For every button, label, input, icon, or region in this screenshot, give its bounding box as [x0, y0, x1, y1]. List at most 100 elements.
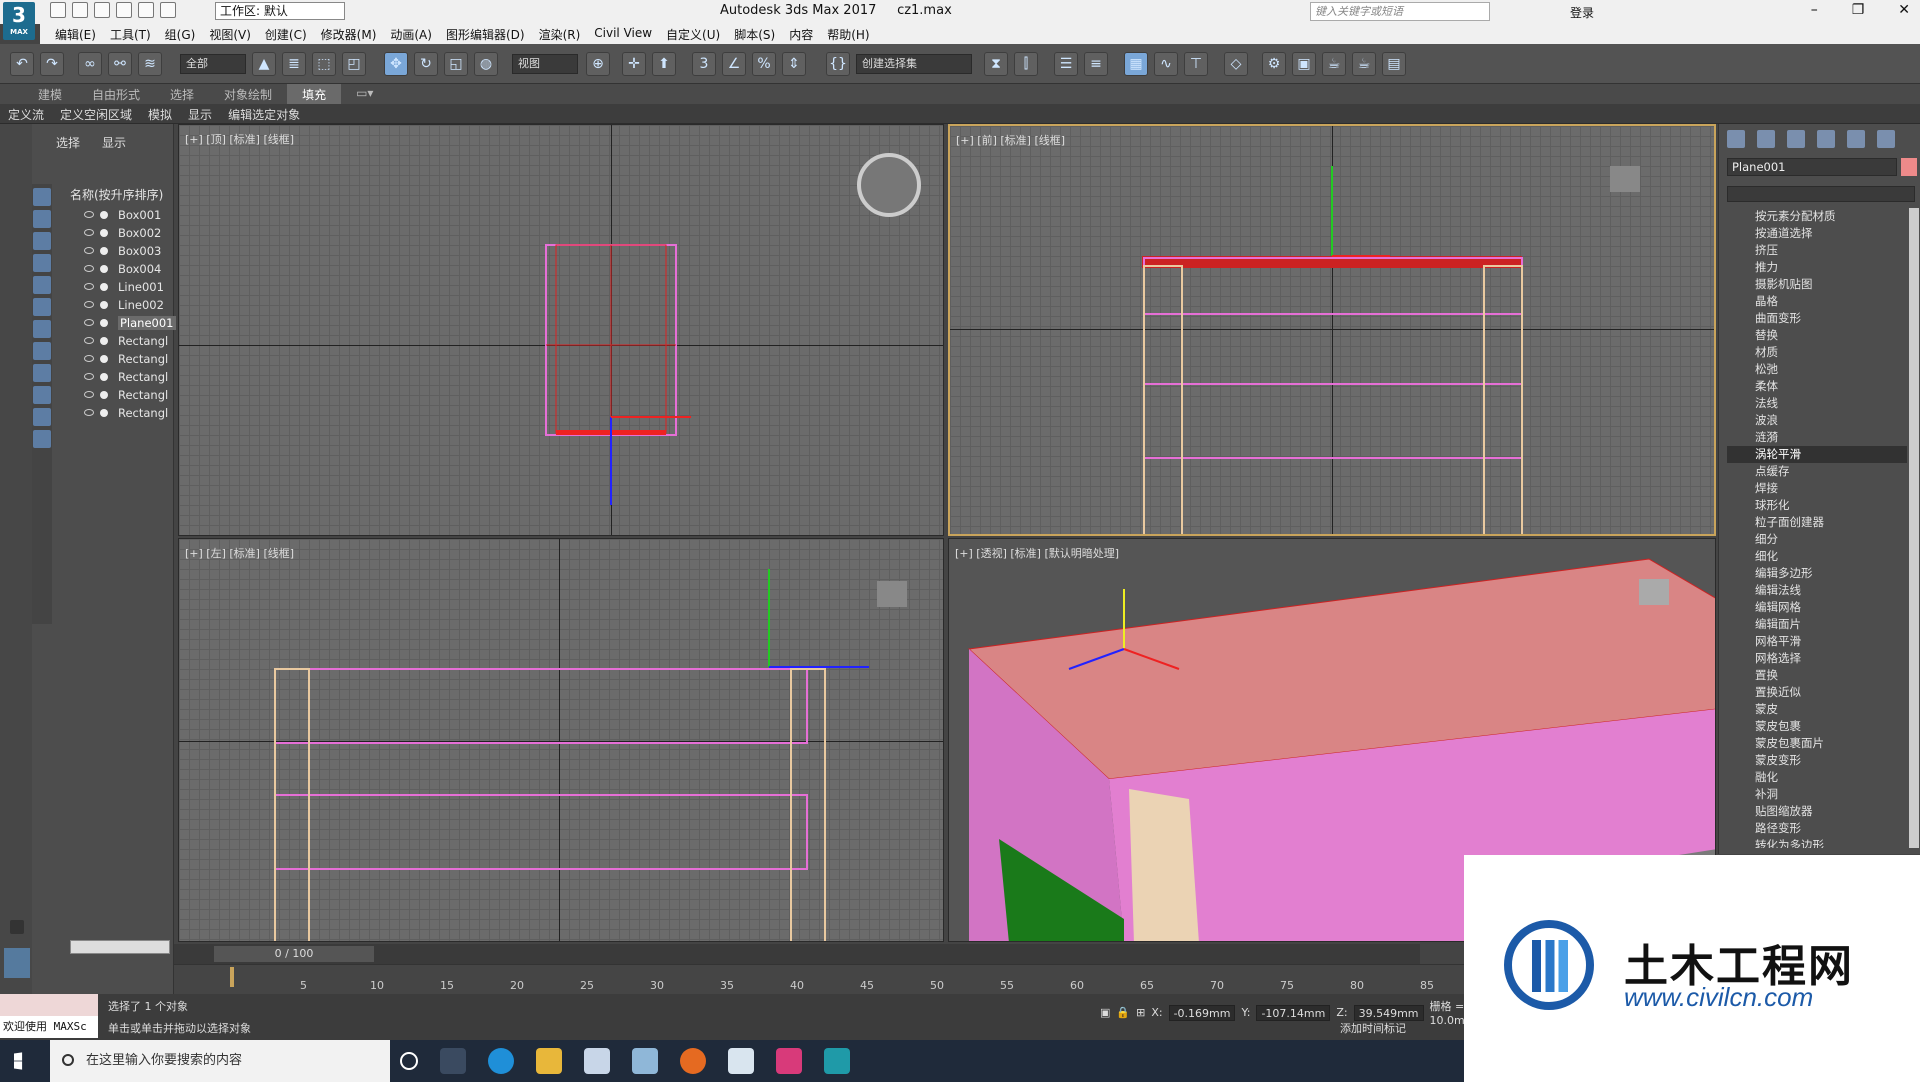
save-file-icon[interactable] [94, 2, 110, 18]
menu-view[interactable]: 视图(V) [202, 24, 258, 44]
list-item[interactable]: 按元素分配材质 [1727, 208, 1907, 225]
workspace-select[interactable]: 工作区: 默认 [215, 2, 345, 20]
menu-create[interactable]: 创建(C) [258, 24, 314, 44]
scene-tab-select[interactable]: 选择 [56, 134, 80, 151]
menu-help[interactable]: 帮助(H) [820, 24, 876, 44]
scale-icon[interactable]: ◱ [444, 52, 468, 76]
tab-freeform[interactable]: 自由形式 [77, 84, 155, 104]
edit-named-selection-icon[interactable]: {} [826, 52, 850, 76]
tab-object-paint[interactable]: 对象绘制 [209, 84, 287, 104]
menu-edit[interactable]: 编辑(E) [48, 24, 103, 44]
list-item[interactable]: 编辑网格 [1727, 599, 1907, 616]
rect-selection-icon[interactable]: ⬚ [312, 52, 336, 76]
toggle-ribbon-icon[interactable]: ▦ [1124, 52, 1148, 76]
windows-start-icon[interactable] [14, 1052, 23, 1070]
filter-cameras-icon[interactable] [33, 254, 51, 272]
list-item[interactable]: 曲面变形 [1727, 310, 1907, 327]
window-crossing-icon[interactable]: ◰ [342, 52, 366, 76]
list-item[interactable]: Line001 [54, 278, 172, 296]
visibility-icon[interactable] [84, 355, 94, 362]
viewcube-icon[interactable] [1639, 579, 1669, 605]
pivot-center-icon[interactable]: ⊕ [586, 52, 610, 76]
login-button[interactable]: 登录 [1570, 4, 1594, 21]
bind-spacewarp-icon[interactable]: ≋ [138, 52, 162, 76]
menu-graph-editors[interactable]: 图形编辑器(D) [439, 24, 532, 44]
list-item[interactable]: 蒙皮包裹面片 [1727, 735, 1907, 752]
select-object-icon[interactable]: ▲ [252, 52, 276, 76]
list-item[interactable]: 点缓存 [1727, 463, 1907, 480]
list-item[interactable]: 挤压 [1727, 242, 1907, 259]
track-bar[interactable]: 5 10 15 20 25 30 35 40 45 50 55 60 65 70… [174, 964, 1474, 994]
scene-column-header[interactable]: 名称(按升序排序) [70, 186, 163, 203]
expand-icon[interactable] [10, 920, 24, 934]
ribbon-options-icon[interactable]: ▭▾ [341, 84, 388, 104]
hierarchy-tab-icon[interactable] [1787, 130, 1805, 148]
list-item[interactable]: 路径变形 [1727, 820, 1907, 837]
list-item[interactable]: 贴图缩放器 [1727, 803, 1907, 820]
list-item[interactable]: Box004 [54, 260, 172, 278]
render-iterative-icon[interactable]: ☕ [1352, 52, 1376, 76]
visibility-icon[interactable] [84, 247, 94, 254]
maximize-icon[interactable]: ❐ [1852, 2, 1865, 18]
unlink-icon[interactable]: ⚯ [108, 52, 132, 76]
motion-tab-icon[interactable] [1817, 130, 1835, 148]
viewport-top[interactable]: [+] [顶] [标准] [线框] [178, 124, 944, 536]
taskbar-search[interactable]: 在这里输入你要搜索的内容 [50, 1040, 390, 1082]
new-file-icon[interactable] [50, 2, 66, 18]
filter-lights-icon[interactable] [33, 232, 51, 250]
list-item[interactable]: 网格平滑 [1727, 633, 1907, 650]
viewcube-icon[interactable] [857, 153, 921, 217]
app-icon[interactable] [632, 1048, 658, 1074]
scene-horizontal-scrollbar[interactable] [70, 940, 170, 954]
filter-bones-icon[interactable] [33, 364, 51, 382]
add-time-tag[interactable]: 添加时间标记 [1340, 1020, 1406, 1036]
redo-icon[interactable] [138, 2, 154, 18]
mirror-icon[interactable]: ⧗ [984, 52, 1008, 76]
select-by-name-icon[interactable]: ≣ [282, 52, 306, 76]
time-marker[interactable] [230, 967, 234, 987]
list-item[interactable]: 涟漪 [1727, 429, 1907, 446]
list-item[interactable]: 网格选择 [1727, 650, 1907, 667]
rendered-frame-window-icon[interactable]: ▣ [1292, 52, 1316, 76]
visibility-icon[interactable] [84, 283, 94, 290]
snap-toggle-icon[interactable]: 3 [692, 52, 716, 76]
tab-modeling[interactable]: 建模 [0, 84, 77, 104]
place-icon[interactable]: ◍ [474, 52, 498, 76]
display-button[interactable]: 显示 [180, 104, 220, 123]
undo-icon[interactable]: ↶ [10, 52, 34, 76]
align-icon[interactable]: ⫿ [1014, 52, 1038, 76]
list-item[interactable]: 蒙皮变形 [1727, 752, 1907, 769]
list-item[interactable]: 球形化 [1727, 497, 1907, 514]
3dsmax-taskbar-icon[interactable] [824, 1048, 850, 1074]
scene-tab-display[interactable]: 显示 [102, 134, 126, 151]
maxscript-listener[interactable] [0, 994, 98, 1016]
list-item[interactable]: 摄影机贴图 [1727, 276, 1907, 293]
filter-xrefs-icon[interactable] [33, 342, 51, 360]
visibility-icon[interactable] [84, 229, 94, 236]
render-production-icon[interactable]: ☕ [1322, 52, 1346, 76]
list-item[interactable]: 转化为多边形 [1727, 837, 1907, 848]
list-item[interactable]: 波浪 [1727, 412, 1907, 429]
app-logo[interactable]: 3 MAX [3, 2, 35, 40]
list-item[interactable]: Rectangl [54, 368, 172, 386]
menu-customize[interactable]: 自定义(U) [659, 24, 727, 44]
app-icon[interactable] [584, 1048, 610, 1074]
visibility-icon[interactable] [84, 265, 94, 272]
visibility-icon[interactable] [84, 373, 94, 380]
file-explorer-icon[interactable] [536, 1048, 562, 1074]
list-item[interactable]: Box001 [54, 206, 172, 224]
filter-shapes-icon[interactable] [33, 210, 51, 228]
list-item[interactable]: 补洞 [1727, 786, 1907, 803]
display-tab-icon[interactable] [1847, 130, 1865, 148]
tab-selection[interactable]: 选择 [155, 84, 209, 104]
firefox-icon[interactable] [680, 1048, 706, 1074]
list-item[interactable]: Box002 [54, 224, 172, 242]
minimize-icon[interactable]: – [1811, 2, 1818, 18]
visibility-icon[interactable] [84, 211, 94, 218]
filter-helpers-icon[interactable] [33, 276, 51, 294]
modifier-list-scrollbar[interactable] [1909, 208, 1919, 848]
select-manipulate-icon[interactable]: ✛ [622, 52, 646, 76]
maxscript-mini-listener[interactable]: 欢迎使用 MAXSc [0, 1016, 98, 1038]
list-item[interactable]: 置换 [1727, 667, 1907, 684]
visibility-icon[interactable] [84, 409, 94, 416]
